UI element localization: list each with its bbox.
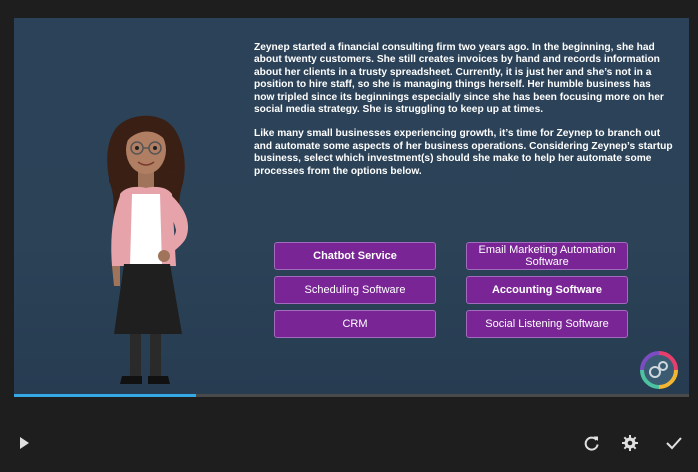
scenario-paragraph-1: Zeynep started a financial consulting fi… [254, 42, 664, 116]
play-button[interactable] [13, 432, 35, 454]
replay-icon [584, 436, 599, 451]
option-social-listening[interactable]: Social Listening Software [466, 310, 628, 338]
option-scheduling-software[interactable]: Scheduling Software [274, 276, 436, 304]
option-email-marketing[interactable]: Email Marketing Automation Software [466, 242, 628, 270]
gear-icon [622, 435, 638, 451]
slide-stage: Zeynep started a financial consulting fi… [14, 18, 689, 394]
player-frame: Zeynep started a financial consulting fi… [0, 0, 698, 472]
submit-button[interactable] [663, 432, 685, 454]
brand-logo [640, 351, 678, 389]
progress-fill [14, 394, 197, 397]
checkmark-icon [666, 437, 682, 450]
progress-bar[interactable] [14, 394, 689, 397]
settings-button[interactable] [619, 432, 641, 454]
scenario-text: Zeynep started a financial consulting fi… [254, 42, 674, 190]
play-icon [20, 437, 29, 449]
option-accounting-software[interactable]: Accounting Software [466, 276, 628, 304]
character-illustration [107, 115, 189, 384]
option-crm[interactable]: CRM [274, 310, 436, 338]
scenario-paragraph-2: Like many small businesses experiencing … [254, 128, 673, 177]
option-chatbot-service[interactable]: Chatbot Service [274, 242, 436, 270]
replay-button[interactable] [581, 432, 603, 454]
